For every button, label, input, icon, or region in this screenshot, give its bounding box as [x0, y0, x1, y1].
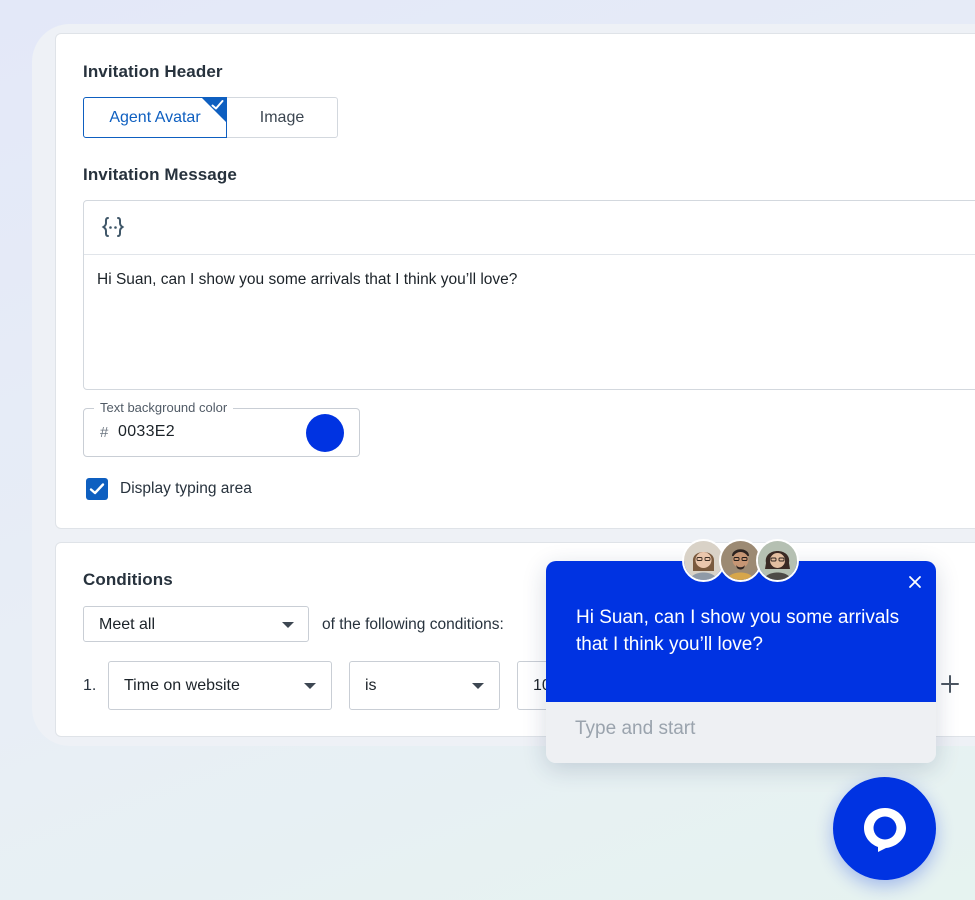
text-background-color-field[interactable]: Text background color # 0033E2 [83, 400, 360, 457]
display-typing-area-checkbox[interactable] [86, 478, 108, 500]
caret-down-icon [472, 683, 484, 689]
add-condition-icon[interactable] [940, 674, 960, 694]
invitation-settings-card: Invitation Header Agent Avatar Image Inv… [55, 33, 975, 529]
hash-prefix: # [100, 424, 109, 441]
display-typing-area-label: Display typing area [120, 480, 252, 497]
variable-braces-icon[interactable] [101, 215, 125, 239]
invitation-header-title: Invitation Header [83, 62, 223, 81]
color-hex-input[interactable]: 0033E2 [118, 423, 175, 441]
image-option-label: Image [259, 108, 305, 126]
agent-avatar-option[interactable]: Agent Avatar [83, 97, 227, 138]
condition-operator-select[interactable]: is [349, 661, 500, 710]
agent-avatar-label: Agent Avatar [109, 108, 201, 126]
chat-typing-area[interactable]: Type and start [546, 702, 936, 763]
match-type-select[interactable]: Meet all [83, 606, 309, 642]
invitation-message-title: Invitation Message [83, 165, 237, 184]
chat-launcher-button[interactable] [833, 777, 936, 880]
chat-message-text: Hi Suan, can I show you some arrivals th… [576, 607, 900, 655]
close-icon[interactable] [908, 575, 922, 589]
check-icon [211, 100, 224, 110]
color-field-label: Text background color [94, 400, 234, 415]
conditions-title: Conditions [83, 570, 173, 589]
chat-invitation-preview: Hi Suan, can I show you some arrivals th… [546, 561, 936, 763]
avatar [756, 539, 799, 582]
caret-down-icon [282, 622, 294, 628]
chat-bubble-icon [863, 807, 906, 852]
condition-operator-value: is [365, 677, 377, 694]
message-editor[interactable]: Hi Suan, can I show you some arrivals th… [83, 200, 975, 390]
conditions-suffix: of the following conditions: [322, 616, 504, 633]
color-swatch[interactable] [306, 414, 344, 452]
image-option[interactable]: Image [226, 97, 338, 138]
chat-input-placeholder: Type and start [575, 718, 696, 739]
condition-field-value: Time on website [124, 677, 240, 694]
editor-toolbar [84, 201, 975, 255]
condition-row-index: 1. [83, 677, 97, 694]
condition-field-select[interactable]: Time on website [108, 661, 332, 710]
message-text[interactable]: Hi Suan, can I show you some arrivals th… [97, 271, 517, 289]
caret-down-icon [304, 683, 316, 689]
match-type-value: Meet all [99, 616, 156, 633]
invitation-header-toggle: Agent Avatar Image [83, 97, 338, 138]
agent-avatars [682, 539, 802, 583]
checkmark-icon [89, 483, 105, 495]
